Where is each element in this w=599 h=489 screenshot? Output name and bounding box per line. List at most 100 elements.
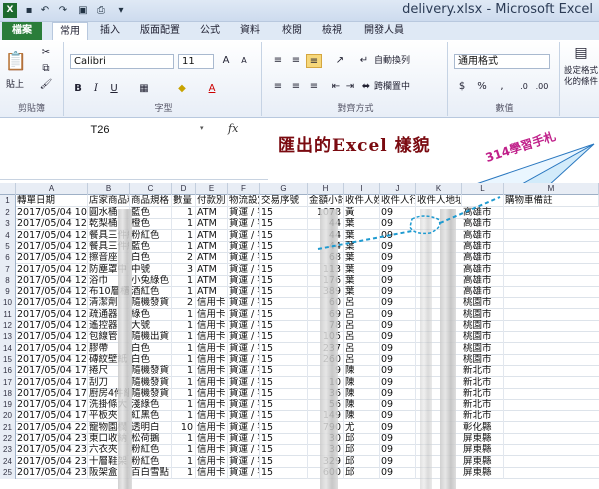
font-color-icon[interactable]: A <box>204 82 220 96</box>
cell-g[interactable]: 15 <box>260 263 308 276</box>
cell-f[interactable]: 貨運 / 宅配 <box>228 229 260 242</box>
cell-e[interactable]: 信用卡 <box>196 297 228 310</box>
cell-i[interactable]: 葉 <box>344 252 380 265</box>
shrink-font-icon[interactable]: A <box>236 54 252 68</box>
align-right-icon[interactable]: ≡ <box>306 80 322 94</box>
row-number[interactable]: 23 <box>0 444 16 457</box>
cell-f[interactable]: 貨運 / 宅配 <box>228 240 260 253</box>
cell-i[interactable]: 葉 <box>344 240 380 253</box>
cell-j[interactable]: 09 <box>380 455 416 468</box>
cell-l[interactable]: 高雄市 <box>462 240 504 253</box>
cell-d[interactable]: 3 <box>172 263 196 276</box>
cell-e[interactable]: 信用卡 <box>196 353 228 366</box>
row-number[interactable]: 14 <box>0 342 16 355</box>
conditional-format-button[interactable]: 設定格式化的條件 <box>564 66 599 88</box>
underline-icon[interactable]: U <box>106 82 122 96</box>
column-header-b[interactable]: B <box>88 183 130 195</box>
cell-j[interactable]: 09 <box>380 353 416 366</box>
tab-file[interactable]: 檔案 <box>2 22 42 40</box>
cell-l[interactable]: 桃園市 <box>462 308 504 321</box>
cell-c[interactable]: 白色 <box>130 252 172 265</box>
cell-d[interactable]: 1 <box>172 466 196 479</box>
cell-a[interactable]: 2017/05/04 12:41 <box>16 320 88 332</box>
cell-f[interactable]: 貨運 / 宅配 <box>228 466 260 479</box>
row-number[interactable]: 17 <box>0 376 16 389</box>
undo-icon[interactable]: ↶ <box>38 3 52 18</box>
cell-a[interactable]: 2017/05/04 12:32 <box>16 263 88 276</box>
cell-c[interactable]: 酒紅色 <box>130 286 172 299</box>
cell-i[interactable]: 葉 <box>344 286 380 299</box>
wrap-text-button[interactable]: 自動換列 <box>374 54 410 68</box>
row-number[interactable]: 2 <box>0 207 16 219</box>
cell-d[interactable]: 1 <box>172 218 196 231</box>
cell-c[interactable]: 小兔綠色 <box>130 274 172 287</box>
cell-c[interactable]: 紅黑色 <box>130 410 172 423</box>
row-number[interactable]: 19 <box>0 399 16 412</box>
cell-b[interactable]: 店家商品料號 <box>88 195 130 207</box>
cell-e[interactable]: 信用卡 <box>196 331 228 344</box>
cell-c[interactable]: 綠色 <box>130 308 172 321</box>
cell-l[interactable]: 高雄市 <box>462 229 504 242</box>
cell-l[interactable]: 新北市 <box>462 387 504 400</box>
cell-a[interactable]: 2017/05/04 17:28 <box>16 399 88 412</box>
cell-a[interactable]: 2017/05/04 22:01 <box>16 421 88 434</box>
cell-i[interactable]: 葉 <box>344 229 380 242</box>
merge-center-icon[interactable]: ⬌ <box>358 80 374 94</box>
cell-g[interactable]: 15 <box>260 365 308 378</box>
row-number[interactable]: 11 <box>0 308 16 321</box>
cell-a[interactable]: 2017/05/04 10:52 <box>16 207 88 219</box>
cell-j[interactable]: 09 <box>380 387 416 400</box>
cell-l[interactable]: 新北市 <box>462 399 504 412</box>
cell-j[interactable]: 09 <box>380 274 416 287</box>
cell-i[interactable]: 陳 <box>344 376 380 389</box>
paste-button[interactable]: 貼上 <box>6 78 24 92</box>
cell-l[interactable]: 屏東縣 <box>462 455 504 468</box>
cell-c[interactable]: 隨機發貨 <box>130 376 172 389</box>
cell-f[interactable]: 貨運 / 宅配 <box>228 286 260 299</box>
cell-g[interactable]: 15 <box>260 410 308 423</box>
cell-e[interactable]: 信用卡 <box>196 410 228 423</box>
cell-f[interactable]: 貨運 / 宅配 <box>228 353 260 366</box>
row-number[interactable]: 4 <box>0 229 16 242</box>
increase-indent-icon[interactable]: ⇥ <box>342 80 358 94</box>
cell-j[interactable]: 09 <box>380 218 416 231</box>
cell-j[interactable]: 收件人行動電話 <box>380 195 416 207</box>
cell-c[interactable]: 粉紅色 <box>130 444 172 457</box>
cell-c[interactable]: 藍色 <box>130 240 172 253</box>
cell-e[interactable]: ATM <box>196 263 228 276</box>
cell-d[interactable]: 1 <box>172 410 196 423</box>
cell-g[interactable]: 15 <box>260 353 308 366</box>
cell-g[interactable]: 15 <box>260 320 308 332</box>
cell-i[interactable]: 陳 <box>344 387 380 400</box>
column-header-d[interactable]: D <box>172 183 196 195</box>
cell-l[interactable]: 屏東縣 <box>462 444 504 457</box>
column-header-f[interactable]: F <box>228 183 260 195</box>
cell-i[interactable]: 陳 <box>344 365 380 378</box>
cell-i[interactable]: 陳 <box>344 410 380 423</box>
cell-g[interactable]: 15 <box>260 297 308 310</box>
cell-i[interactable]: 呂 <box>344 353 380 366</box>
column-header-j[interactable]: J <box>380 183 416 195</box>
row-number[interactable]: 21 <box>0 421 16 434</box>
column-header-m[interactable]: M <box>504 183 599 195</box>
row-number[interactable]: 24 <box>0 455 16 468</box>
cell-a[interactable]: 2017/05/04 23:01 <box>16 444 88 457</box>
tab-data[interactable]: 資料 <box>232 22 268 40</box>
cell-d[interactable]: 1 <box>172 455 196 468</box>
row-number[interactable]: 7 <box>0 263 16 276</box>
cell-e[interactable]: 信用卡 <box>196 320 228 332</box>
align-left-icon[interactable]: ≡ <box>270 80 286 94</box>
cell-c[interactable]: 百白雪點 <box>130 466 172 479</box>
row-number[interactable]: 6 <box>0 252 16 265</box>
cut-icon[interactable]: ✂ <box>38 46 54 60</box>
cell-f[interactable]: 貨運 / 宅配 <box>228 387 260 400</box>
row-number[interactable]: 9 <box>0 286 16 299</box>
align-middle-icon[interactable]: ≡ <box>288 54 304 68</box>
cell-e[interactable]: 信用卡 <box>196 421 228 434</box>
cell-l[interactable]: 新北市 <box>462 410 504 423</box>
cell-a[interactable]: 2017/05/04 12:41 <box>16 353 88 366</box>
cell-l[interactable]: 屏東縣 <box>462 433 504 445</box>
cell-e[interactable]: ATM <box>196 240 228 253</box>
cell-c[interactable]: 淺綠色 <box>130 399 172 412</box>
cell-f[interactable]: 貨運 / 宅配 <box>228 410 260 423</box>
